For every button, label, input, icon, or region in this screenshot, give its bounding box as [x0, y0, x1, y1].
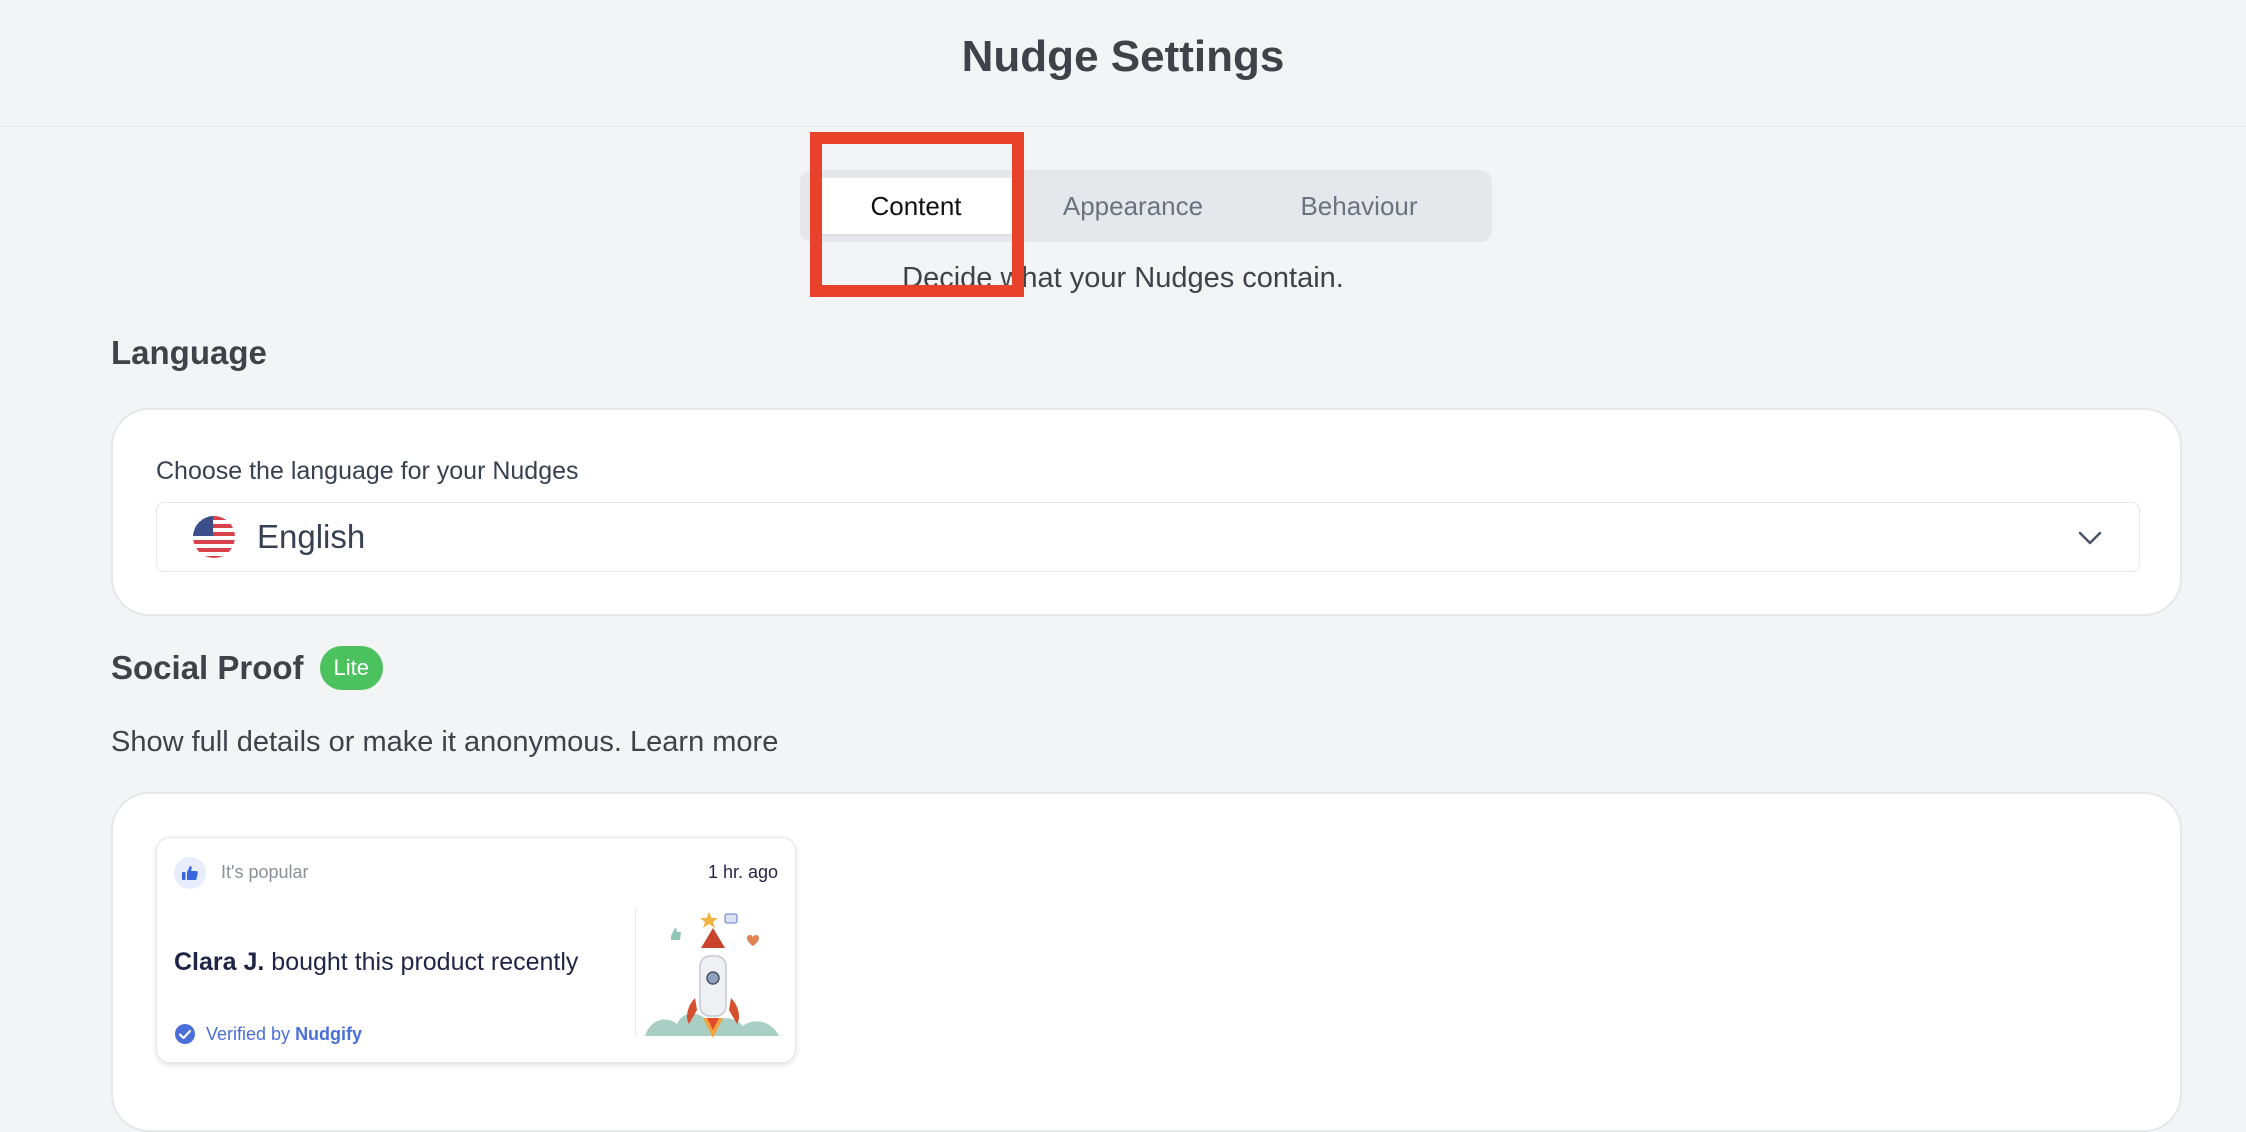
us-flag-icon [193, 516, 235, 558]
verified-check-icon [175, 1024, 195, 1044]
language-selected-value: English [257, 518, 366, 555]
settings-tabs: Content Appearance Behaviour [800, 170, 1492, 242]
page-title: Nudge Settings [961, 32, 1285, 81]
nudge-time: 1 hr. ago [707, 862, 778, 882]
verified-prefix: Verified by [206, 1023, 291, 1044]
nudge-tag-label: It's popular [221, 862, 309, 882]
tab-description: Decide what your Nudges contain. [902, 262, 1344, 294]
verified-label: Verified by Nudgify [174, 1023, 362, 1045]
social-proof-heading-row: Social Proof Lite [111, 646, 384, 690]
customer-name: Clara J. [174, 948, 265, 976]
social-proof-heading: Social Proof [111, 649, 304, 686]
language-heading: Language [111, 334, 267, 371]
chevron-down-icon [2078, 531, 2102, 545]
nudge-preview: It's popular 1 hr. ago Clara J. bought t… [156, 837, 796, 1063]
language-select[interactable]: English [156, 502, 2140, 572]
verified-brand: Nudgify [295, 1023, 363, 1044]
social-proof-description: Show full details or make it anonymous. … [111, 726, 779, 758]
top-bar: Nudge Settings [0, 0, 2246, 127]
nudge-divider [635, 908, 636, 1036]
thumbs-up-icon [174, 857, 206, 889]
nudge-message: Clara J. bought this product recently [174, 948, 578, 977]
tab-behaviour[interactable]: Behaviour [1246, 178, 1472, 234]
rocket-icon [645, 912, 779, 1038]
nudge-message-text: bought this product recently [264, 948, 579, 976]
language-card: Choose the language for your Nudges Engl… [111, 408, 2182, 616]
tab-content[interactable]: Content [812, 178, 1020, 234]
tab-appearance[interactable]: Appearance [1020, 178, 1246, 234]
language-field-label: Choose the language for your Nudges [156, 457, 579, 485]
lite-badge: Lite [319, 646, 384, 690]
social-proof-card: It's popular 1 hr. ago Clara J. bought t… [111, 792, 2182, 1132]
